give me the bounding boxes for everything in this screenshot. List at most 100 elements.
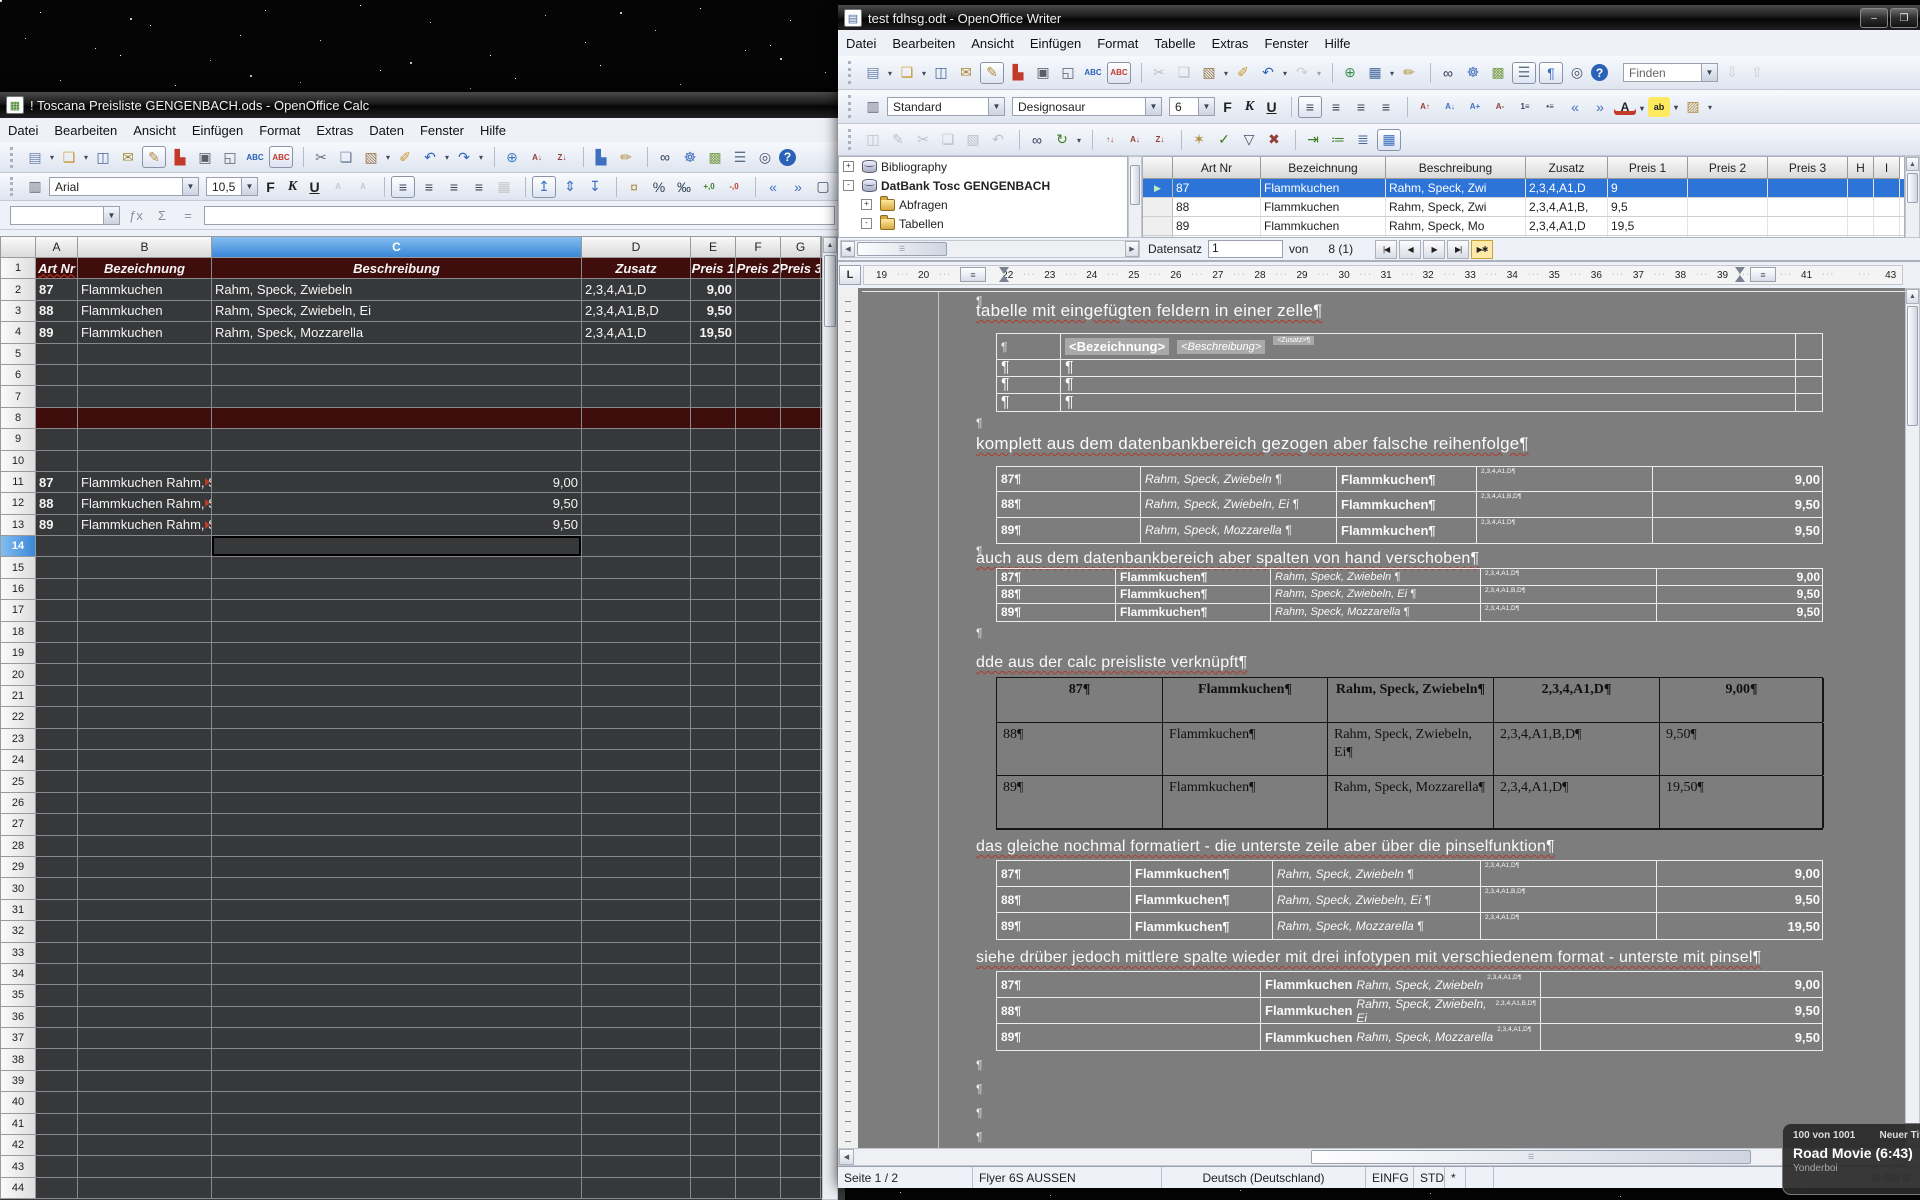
- cell-d[interactable]: [582, 921, 691, 942]
- cell-d[interactable]: [582, 686, 691, 707]
- cell-a[interactable]: [36, 622, 78, 643]
- row-header[interactable]: 40: [0, 1092, 36, 1113]
- cell-e[interactable]: 19,50: [691, 322, 736, 343]
- standard-format-icon[interactable]: ‰: [673, 177, 695, 197]
- cell-f[interactable]: [736, 1092, 781, 1113]
- infotypes-table[interactable]: 87¶ Flammkuchen Rahm, Speck, Zwiebeln 2,…: [996, 971, 1823, 1051]
- minimize-button[interactable]: –: [1860, 8, 1888, 28]
- cell-f[interactable]: [736, 1135, 781, 1156]
- cell-g[interactable]: [781, 771, 821, 792]
- new-document-icon[interactable]: ▤: [24, 147, 46, 167]
- calc-menu-item[interactable]: Bearbeiten: [46, 120, 125, 141]
- row-header[interactable]: 29: [0, 857, 36, 878]
- cell-c[interactable]: [212, 1092, 582, 1113]
- cell-a[interactable]: [36, 408, 78, 429]
- mail-merge-icon[interactable]: ≣: [1352, 130, 1374, 150]
- database-field-chip[interactable]: <Zusatz>¶: [1273, 336, 1314, 345]
- cell-a[interactable]: [36, 985, 78, 1006]
- help-icon[interactable]: ?: [1591, 64, 1608, 81]
- cell-d[interactable]: [582, 344, 691, 365]
- database-field-chip[interactable]: <Beschreibung>: [1177, 340, 1265, 354]
- row-header[interactable]: 32: [0, 921, 36, 942]
- align-justify-icon[interactable]: ≡: [468, 177, 490, 197]
- cell-d[interactable]: [582, 793, 691, 814]
- cell-b[interactable]: [78, 1071, 212, 1092]
- row-selector-icon[interactable]: [1143, 198, 1173, 216]
- cell-g[interactable]: [781, 750, 821, 771]
- tree-item[interactable]: - Tabellen: [839, 214, 1127, 233]
- grid-column-header[interactable]: Beschreibung: [1386, 157, 1526, 179]
- document-vertical-scrollbar[interactable]: ▲ ▼: [1905, 288, 1920, 1148]
- cell-f[interactable]: [736, 344, 781, 365]
- bullet-list-icon[interactable]: •≡: [1539, 97, 1561, 117]
- autofilter-icon[interactable]: ✶: [1188, 130, 1210, 150]
- cell-e[interactable]: [691, 664, 736, 685]
- column-header[interactable]: C: [212, 236, 582, 258]
- cell-e[interactable]: [691, 985, 736, 1006]
- font-size-combo[interactable]: 10,5▼: [206, 177, 258, 196]
- edit-file-icon[interactable]: ✎: [142, 146, 166, 168]
- cell-d[interactable]: Zusatz: [582, 258, 691, 279]
- cell-f[interactable]: [736, 1028, 781, 1049]
- cell-d[interactable]: [582, 707, 691, 728]
- cell-c[interactable]: [212, 557, 582, 578]
- cell-a[interactable]: [36, 1156, 78, 1177]
- tree-scrollbar[interactable]: [1128, 156, 1142, 238]
- cell-d[interactable]: [582, 557, 691, 578]
- separator[interactable]: [643, 147, 648, 167]
- cell-b[interactable]: [78, 943, 212, 964]
- row-header[interactable]: 37: [0, 1028, 36, 1049]
- cell-e[interactable]: [691, 878, 736, 899]
- show-draw-functions-icon[interactable]: ✏: [615, 147, 637, 167]
- writer-menu-item[interactable]: Ansicht: [963, 33, 1022, 54]
- insert-table-icon[interactable]: ▦: [1364, 63, 1386, 83]
- name-box[interactable]: ▼: [10, 206, 120, 225]
- cell-g[interactable]: [781, 729, 821, 750]
- cell-g[interactable]: [781, 557, 821, 578]
- cell-b[interactable]: [78, 964, 212, 985]
- align-center-icon[interactable]: ≡: [1325, 97, 1347, 117]
- document-canvas[interactable]: ¶ tabelle mit eingefügten feldern in ein…: [858, 288, 1905, 1148]
- row-header[interactable]: 35: [0, 985, 36, 1006]
- separator[interactable]: [612, 177, 617, 197]
- cell-c[interactable]: [212, 836, 582, 857]
- writer-menu-item[interactable]: Einfügen: [1022, 33, 1089, 54]
- cell-f[interactable]: [736, 515, 781, 536]
- cell-d[interactable]: [582, 943, 691, 964]
- font-color-icon[interactable]: A: [1614, 98, 1636, 115]
- cell-f[interactable]: [736, 1049, 781, 1070]
- tree-expander-icon[interactable]: +: [843, 161, 854, 172]
- cell-g[interactable]: [781, 408, 821, 429]
- open-icon[interactable]: ❏: [58, 147, 80, 167]
- cell-b[interactable]: [78, 429, 212, 450]
- cell-c[interactable]: Beschreibung: [212, 258, 582, 279]
- cell-e[interactable]: [691, 686, 736, 707]
- cell-c[interactable]: [212, 921, 582, 942]
- cell-f[interactable]: [736, 771, 781, 792]
- cell-g[interactable]: [781, 921, 821, 942]
- chevron-down-icon[interactable]: ▼: [1145, 98, 1161, 115]
- row-header[interactable]: 38: [0, 1049, 36, 1070]
- row-header[interactable]: 10: [0, 451, 36, 472]
- save-record-icon[interactable]: ◫: [862, 130, 884, 150]
- cell-e[interactable]: [691, 793, 736, 814]
- cell-d[interactable]: [582, 429, 691, 450]
- left-margin-marker[interactable]: ≡: [960, 267, 986, 282]
- writer-menu-item[interactable]: Extras: [1204, 33, 1257, 54]
- function-wizard-icon[interactable]: ƒx: [126, 208, 146, 223]
- cell-c[interactable]: [212, 1114, 582, 1135]
- cell-d[interactable]: 2,3,4,A1,D: [582, 322, 691, 343]
- separator[interactable]: [380, 177, 385, 197]
- cell-g[interactable]: [781, 1071, 821, 1092]
- copy-icon[interactable]: ❏: [335, 147, 357, 167]
- cell-c[interactable]: [212, 1007, 582, 1028]
- zoom-icon[interactable]: ◎: [1566, 63, 1588, 83]
- cell-b[interactable]: [78, 1135, 212, 1156]
- writer-menu-item[interactable]: Datei: [838, 33, 884, 54]
- cell-f[interactable]: [736, 322, 781, 343]
- cell-b[interactable]: [78, 451, 212, 472]
- find-record-icon[interactable]: ∞: [1026, 130, 1048, 150]
- cell-e[interactable]: [691, 600, 736, 621]
- next-record-button[interactable]: ▶: [1423, 240, 1445, 259]
- bold-icon[interactable]: F: [1218, 97, 1237, 117]
